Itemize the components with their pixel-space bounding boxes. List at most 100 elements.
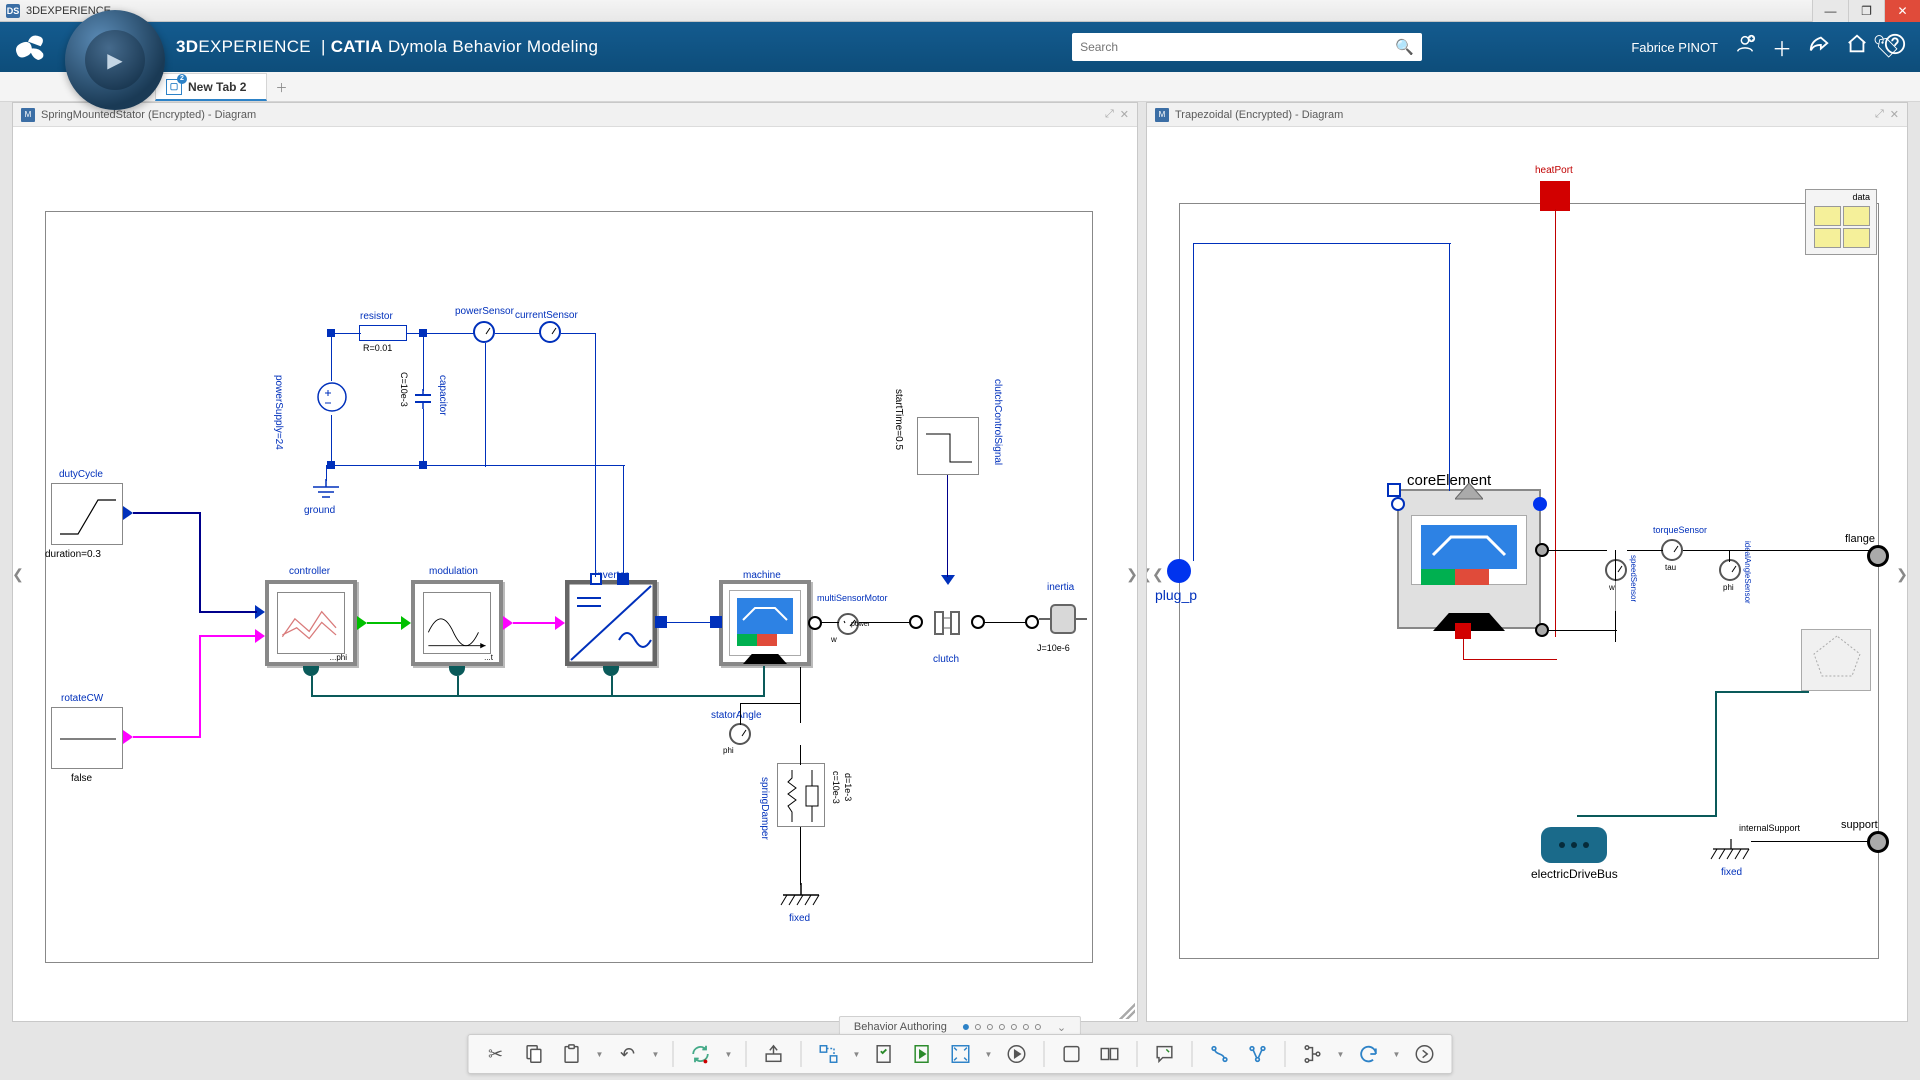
canvas-right[interactable]: ❮❮ ❯ heatPort data plug_p coreElement: [1147, 127, 1907, 1021]
block-machine[interactable]: [719, 580, 811, 666]
block-speedsensor[interactable]: [1605, 559, 1627, 581]
share-icon[interactable]: [1808, 33, 1830, 61]
block-powersupply[interactable]: [315, 379, 349, 415]
group-button[interactable]: [1055, 1038, 1089, 1070]
play-button[interactable]: [1000, 1038, 1034, 1070]
block-anglesensor[interactable]: [1719, 559, 1741, 581]
search-icon[interactable]: 🔍: [1395, 38, 1414, 56]
port: [357, 616, 367, 630]
block-coreelement[interactable]: [1397, 489, 1541, 629]
block-clutch[interactable]: [923, 608, 971, 638]
panel-icon: M: [21, 108, 35, 122]
block-ground[interactable]: [311, 479, 341, 501]
undo-button[interactable]: ↶: [611, 1038, 645, 1070]
tab-new-tab-2[interactable]: ▢ New Tab 2: [155, 73, 267, 101]
section-dots[interactable]: [963, 1024, 1041, 1030]
undo-dropdown-icon[interactable]: ▼: [649, 1038, 663, 1070]
label-torquesensor: torqueSensor: [1653, 525, 1707, 535]
block-clutchsig[interactable]: [917, 417, 979, 475]
home-icon[interactable]: [1846, 33, 1868, 61]
connect-button[interactable]: [1203, 1038, 1237, 1070]
simulate-button[interactable]: [906, 1038, 940, 1070]
tab-layout-icon: ▢: [166, 79, 182, 95]
port: [808, 616, 822, 630]
fit-dropdown-icon[interactable]: ▼: [982, 1038, 996, 1070]
port: [1025, 615, 1039, 629]
label-flange: flange: [1845, 533, 1875, 545]
next-button[interactable]: [1408, 1038, 1442, 1070]
ds-logo: [10, 29, 46, 65]
block-electricdrivebus[interactable]: [1541, 827, 1607, 863]
side-handle-right[interactable]: ❯: [1125, 554, 1137, 594]
cut-button[interactable]: ✂: [479, 1038, 513, 1070]
update-button[interactable]: ●: [684, 1038, 718, 1070]
diagram-dropdown-icon[interactable]: ▼: [850, 1038, 864, 1070]
label-controller: controller: [289, 566, 330, 577]
resize-grip[interactable]: [1119, 1003, 1135, 1019]
copy-button[interactable]: [517, 1038, 551, 1070]
block-dutycycle[interactable]: [51, 483, 123, 545]
label-phi3: phi: [1723, 583, 1734, 592]
block-torquesensor[interactable]: [1661, 539, 1683, 561]
block-inertia[interactable]: [1039, 599, 1087, 639]
block-capacitor[interactable]: [413, 389, 433, 409]
side-handle-left[interactable]: ❮: [13, 554, 25, 594]
brand-text: 3DEXPERIENCE | CATIA Dymola Behavior Mod…: [176, 37, 598, 57]
tree-dropdown-icon[interactable]: ▼: [1334, 1038, 1348, 1070]
check-model-button[interactable]: [868, 1038, 902, 1070]
reload-button[interactable]: [1352, 1038, 1386, 1070]
panel-expand-icon[interactable]: ⤢: [1105, 108, 1114, 121]
add-icon[interactable]: ＋: [1772, 33, 1792, 62]
block-fixed2[interactable]: [1709, 839, 1753, 867]
maximize-button[interactable]: ❐: [1848, 0, 1884, 22]
port-plug-p[interactable]: [1167, 559, 1191, 583]
tab-label: New Tab 2: [188, 80, 246, 94]
panel-close-icon[interactable]: ✕: [1890, 108, 1899, 121]
block-springdamper[interactable]: [777, 763, 825, 827]
block-rotatecw[interactable]: [51, 707, 123, 769]
side-handle-right[interactable]: ❯: [1895, 554, 1907, 594]
diagram-tool-button[interactable]: [812, 1038, 846, 1070]
search-box[interactable]: 🔍: [1072, 33, 1422, 61]
help-icon[interactable]: [1884, 33, 1906, 61]
fit-button[interactable]: [944, 1038, 978, 1070]
ungroup-button[interactable]: [1093, 1038, 1127, 1070]
annotation-button[interactable]: [1148, 1038, 1182, 1070]
tab-bar: ▢ New Tab 2 ＋: [0, 72, 1920, 102]
port-flange[interactable]: [1867, 545, 1889, 567]
user-avatar-icon[interactable]: [1734, 33, 1756, 61]
block-currentsensor[interactable]: [539, 321, 561, 343]
panel-expand-icon[interactable]: ⤢: [1875, 108, 1884, 121]
panel-icon: M: [1155, 108, 1169, 122]
port: [909, 615, 923, 629]
tree-button[interactable]: [1296, 1038, 1330, 1070]
canvas-left[interactable]: ❮ ❯ dutyCycle duration=0.3 rotateCW fals…: [13, 127, 1137, 1021]
port-heatport[interactable]: [1540, 181, 1570, 211]
reload-dropdown-icon[interactable]: ▼: [1390, 1038, 1404, 1070]
block-fixed[interactable]: [779, 883, 823, 911]
panel-close-icon[interactable]: ✕: [1120, 108, 1129, 121]
block-modulation[interactable]: ...t: [411, 580, 503, 666]
paste-dropdown-icon[interactable]: ▼: [593, 1038, 607, 1070]
port-support[interactable]: [1867, 831, 1889, 853]
block-data[interactable]: data: [1805, 189, 1877, 255]
label-powersensor: powerSensor: [455, 306, 514, 317]
label-powersupply: powerSupply=24: [273, 375, 284, 450]
block-busconnector[interactable]: [1801, 629, 1871, 691]
paste-button[interactable]: [555, 1038, 589, 1070]
search-input[interactable]: [1080, 40, 1395, 54]
compass-hub[interactable]: ▶: [65, 10, 165, 110]
block-powersensor[interactable]: [473, 321, 495, 343]
export-button[interactable]: [757, 1038, 791, 1070]
update-dropdown-icon[interactable]: ▼: [722, 1038, 736, 1070]
block-controller[interactable]: ...phi: [265, 580, 357, 666]
block-resistor[interactable]: [359, 325, 407, 341]
add-tab-button[interactable]: ＋: [267, 73, 295, 101]
chevron-down-icon[interactable]: ⌄: [1057, 1021, 1066, 1034]
block-statorangle[interactable]: [729, 723, 751, 745]
split-button[interactable]: [1241, 1038, 1275, 1070]
block-inverter[interactable]: [565, 580, 657, 666]
close-button[interactable]: ✕: [1884, 0, 1920, 22]
label-support: support: [1841, 819, 1878, 831]
minimize-button[interactable]: —: [1812, 0, 1848, 22]
